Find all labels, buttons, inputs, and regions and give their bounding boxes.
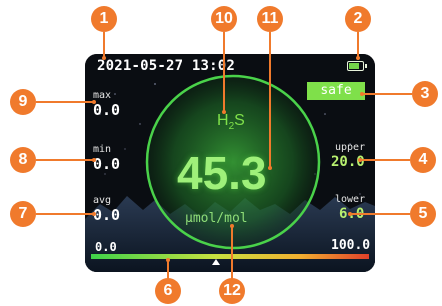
callout-6: 6 [155,278,181,304]
callout-4: 4 [410,147,436,173]
callout-1: 1 [91,6,117,32]
callout-12: 12 [219,278,245,304]
callout-3: 3 [412,81,438,107]
callout-2: 2 [345,6,371,32]
callout-10: 10 [211,6,237,32]
callout-7: 7 [10,201,36,227]
callout-11: 11 [257,6,283,32]
callout-9: 9 [10,89,36,115]
callout-lines [36,32,412,286]
callout-8: 8 [10,147,36,173]
callout-5: 5 [410,201,436,227]
